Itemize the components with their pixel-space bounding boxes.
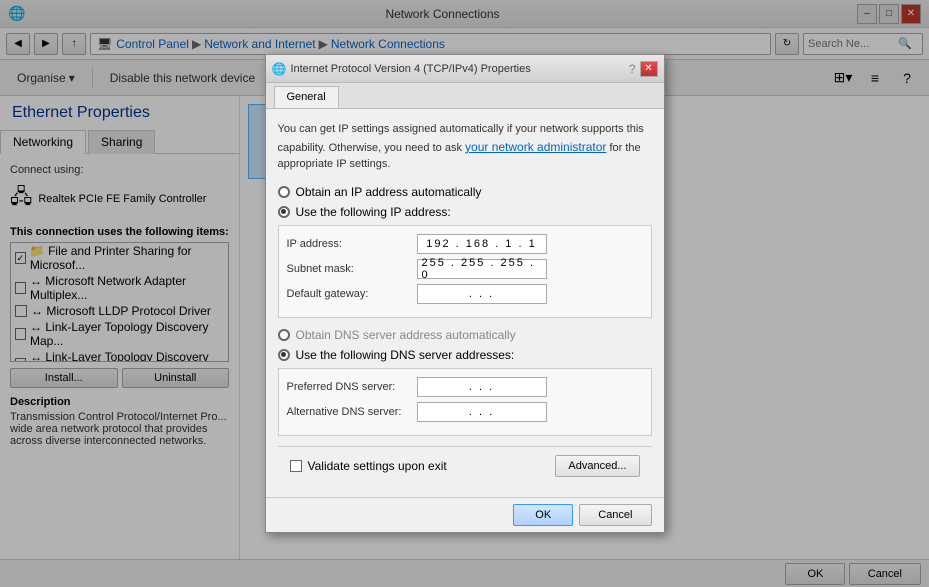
alt-dns-input[interactable]: . . .	[417, 402, 547, 422]
dialog-tab-general[interactable]: General	[274, 86, 339, 108]
validate-checkbox[interactable]	[290, 460, 302, 472]
dialog-ok-button[interactable]: OK	[513, 504, 573, 526]
admin-link[interactable]: your network administrator	[465, 140, 606, 154]
subnet-mask-input[interactable]: 255 . 255 . 255 . 0	[417, 259, 547, 279]
gateway-input[interactable]: . . .	[417, 284, 547, 304]
auto-dns-radio-row[interactable]: Obtain DNS server address automatically	[278, 328, 652, 342]
alt-dns-row: Alternative DNS server: . . .	[287, 402, 643, 422]
manual-dns-radio[interactable]	[278, 349, 290, 361]
manual-ip-label: Use the following IP address:	[296, 205, 451, 219]
preferred-dns-label: Preferred DNS server:	[287, 381, 417, 393]
gateway-row: Default gateway: . . .	[287, 284, 643, 304]
dialog-close-button[interactable]: ✕	[640, 61, 658, 77]
manual-dns-label: Use the following DNS server addresses:	[296, 348, 515, 362]
dialog-footer: Validate settings upon exit Advanced...	[278, 446, 652, 485]
manual-ip-radio[interactable]	[278, 206, 290, 218]
dialog-cancel-button[interactable]: Cancel	[579, 504, 651, 526]
manual-ip-radio-row[interactable]: Use the following IP address:	[278, 205, 652, 219]
dialog-help-icon[interactable]: ?	[629, 62, 636, 76]
ip-address-input[interactable]: 192 . 168 . 1 . 1	[417, 234, 547, 254]
alt-dns-label: Alternative DNS server:	[287, 406, 417, 418]
validate-row[interactable]: Validate settings upon exit	[290, 459, 447, 473]
gateway-label: Default gateway:	[287, 288, 417, 300]
validate-label: Validate settings upon exit	[308, 459, 447, 473]
ip-section: Obtain an IP address automatically Use t…	[278, 185, 652, 318]
preferred-dns-input[interactable]: . . .	[417, 377, 547, 397]
dialog-app-icon: 🌐	[272, 62, 287, 76]
dns-section: Obtain DNS server address automatically …	[278, 328, 652, 436]
auto-ip-radio[interactable]	[278, 186, 290, 198]
dialog-body: You can get IP settings assigned automat…	[266, 109, 664, 497]
dialog-info: You can get IP settings assigned automat…	[278, 121, 652, 173]
ip-address-label: IP address:	[287, 238, 417, 250]
modal-overlay: 🌐 Internet Protocol Version 4 (TCP/IPv4)…	[0, 0, 929, 587]
dialog-main-footer: OK Cancel	[266, 497, 664, 532]
dns-fields-group: Preferred DNS server: . . . Alternative …	[278, 368, 652, 436]
subnet-mask-label: Subnet mask:	[287, 263, 417, 275]
ip-fields-group: IP address: 192 . 168 . 1 . 1 Subnet mas…	[278, 225, 652, 318]
auto-ip-label: Obtain an IP address automatically	[296, 185, 482, 199]
tcpip-dialog: 🌐 Internet Protocol Version 4 (TCP/IPv4)…	[265, 54, 665, 533]
ip-address-row: IP address: 192 . 168 . 1 . 1	[287, 234, 643, 254]
auto-ip-radio-row[interactable]: Obtain an IP address automatically	[278, 185, 652, 199]
preferred-dns-row: Preferred DNS server: . . .	[287, 377, 643, 397]
dialog-title: Internet Protocol Version 4 (TCP/IPv4) P…	[290, 63, 624, 75]
auto-dns-radio[interactable]	[278, 329, 290, 341]
dialog-tab-strip: General	[266, 83, 664, 109]
auto-dns-label: Obtain DNS server address automatically	[296, 328, 516, 342]
dialog-title-bar: 🌐 Internet Protocol Version 4 (TCP/IPv4)…	[266, 55, 664, 83]
manual-dns-radio-row[interactable]: Use the following DNS server addresses:	[278, 348, 652, 362]
advanced-button[interactable]: Advanced...	[555, 455, 639, 477]
subnet-mask-row: Subnet mask: 255 . 255 . 255 . 0	[287, 259, 643, 279]
